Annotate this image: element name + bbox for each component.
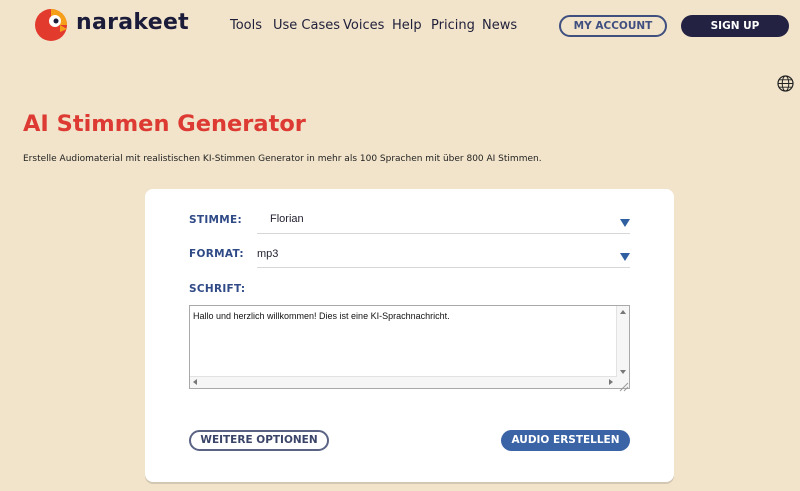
voice-label: STIMME: [189, 214, 243, 226]
voice-dropdown-icon[interactable] [620, 219, 630, 227]
globe-icon[interactable] [777, 75, 794, 92]
script-textarea[interactable]: Hallo und herzlich willkommen! Dies ist … [189, 305, 630, 392]
vertical-scrollbar[interactable] [616, 306, 629, 378]
scroll-left-icon[interactable] [193, 379, 197, 385]
script-text[interactable]: Hallo und herzlich willkommen! Dies ist … [193, 311, 450, 321]
format-label: FORMAT: [189, 248, 244, 260]
scroll-right-icon[interactable] [609, 379, 613, 385]
more-options-button[interactable]: WEITERE OPTIONEN [189, 430, 329, 451]
nav-item-news[interactable]: News [482, 18, 517, 33]
format-select-underline [257, 267, 630, 268]
my-account-button[interactable]: MY ACCOUNT [559, 15, 667, 37]
page-title: AI Stimmen Generator [23, 111, 306, 137]
voice-select[interactable]: Florian [270, 213, 304, 225]
sign-up-button[interactable]: SIGN UP [681, 15, 789, 37]
resize-handle-icon[interactable] [617, 377, 629, 392]
horizontal-scrollbar[interactable] [190, 376, 617, 388]
nav-item-tools[interactable]: Tools [230, 18, 262, 33]
scroll-up-icon[interactable] [620, 310, 626, 314]
brand-name[interactable]: narakeet [76, 10, 189, 35]
nav-item-pricing[interactable]: Pricing [431, 18, 475, 33]
voice-select-underline [257, 233, 630, 234]
format-select[interactable]: mp3 [257, 248, 278, 260]
page-subtitle: Erstelle Audiomaterial mit realistischen… [23, 154, 542, 164]
format-dropdown-icon[interactable] [620, 253, 630, 261]
script-label: SCHRIFT: [189, 283, 246, 295]
nav-item-voices[interactable]: Voices [343, 18, 384, 33]
create-audio-button[interactable]: AUDIO ERSTELLEN [501, 430, 630, 451]
nav-item-help[interactable]: Help [392, 18, 422, 33]
generator-form-card: STIMME: Florian FORMAT: mp3 SCHRIFT: Hal… [145, 189, 674, 482]
nav-item-use-cases[interactable]: Use Cases [273, 18, 340, 33]
narakeet-logo-icon[interactable] [34, 8, 68, 42]
scroll-down-icon[interactable] [620, 370, 626, 374]
